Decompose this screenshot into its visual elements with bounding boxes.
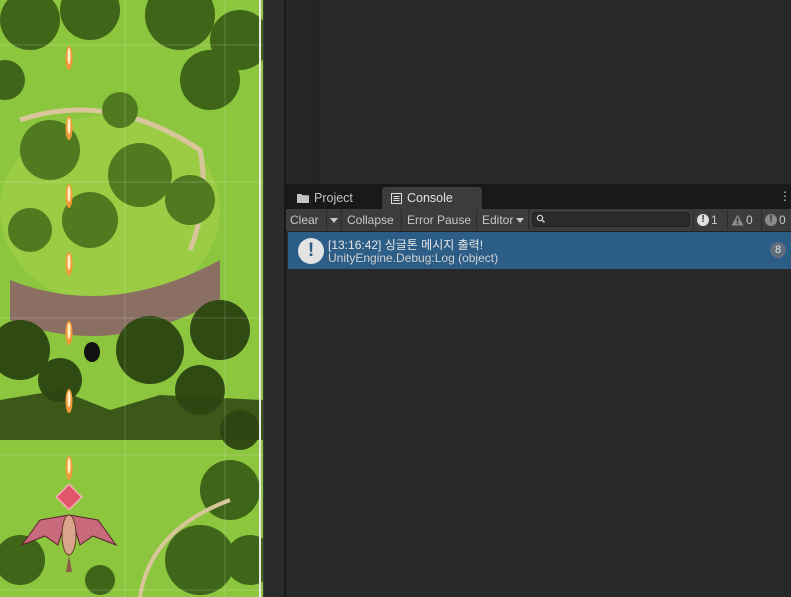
clear-button[interactable]: Clear <box>286 210 327 230</box>
collapse-button[interactable]: Collapse <box>343 210 402 230</box>
tab-label: Console <box>407 191 453 205</box>
log-stack-trace: UnityEngine.Debug:Log (object) <box>328 251 499 265</box>
console-list-icon <box>391 192 402 204</box>
panel-gutter <box>286 0 319 184</box>
search-box[interactable] <box>532 212 690 227</box>
search-icon <box>536 214 545 223</box>
tab-console[interactable]: Console <box>382 187 482 209</box>
log-entry[interactable]: ! [13:16:42] 싱글톤 메시지 출력! UnityEngine.Deb… <box>288 232 791 269</box>
warning-icon <box>731 214 744 226</box>
game-scene <box>0 0 263 597</box>
game-view[interactable] <box>0 0 263 597</box>
tab-project[interactable]: Project <box>288 187 382 209</box>
tab-label: Project <box>314 191 353 205</box>
panel-splitter[interactable] <box>263 0 286 597</box>
error-filter-toggle[interactable]: ! 0 <box>761 210 791 230</box>
tab-bar: Project Console ⋮ <box>286 184 791 209</box>
error-pause-button[interactable]: Error Pause <box>403 210 477 230</box>
folder-icon <box>297 194 309 203</box>
chevron-down-icon <box>516 217 525 223</box>
console-toolbar: Clear Collapse Error Pause Editor ! 1 0 … <box>286 209 791 232</box>
kebab-menu-icon[interactable]: ⋮ <box>779 189 791 203</box>
scene-panel <box>286 0 791 184</box>
editor-dropdown-button[interactable]: Editor <box>478 210 529 230</box>
info-icon: ! <box>697 214 709 226</box>
error-icon: ! <box>765 214 777 226</box>
info-icon: ! <box>298 238 324 264</box>
info-count: 1 <box>711 213 718 227</box>
chevron-down-icon <box>330 217 338 223</box>
editor-label: Editor <box>482 213 514 227</box>
warning-filter-toggle[interactable]: 0 <box>727 210 764 230</box>
clear-dropdown-button[interactable] <box>327 210 342 230</box>
info-filter-toggle[interactable]: ! 1 <box>693 210 730 230</box>
console-log-list[interactable]: ! [13:16:42] 싱글톤 메시지 출력! UnityEngine.Deb… <box>286 232 791 597</box>
search-input[interactable] <box>548 213 686 226</box>
log-collapse-count-badge: 8 <box>770 242 786 258</box>
error-count: 0 <box>779 213 786 227</box>
warning-count: 0 <box>746 213 753 227</box>
